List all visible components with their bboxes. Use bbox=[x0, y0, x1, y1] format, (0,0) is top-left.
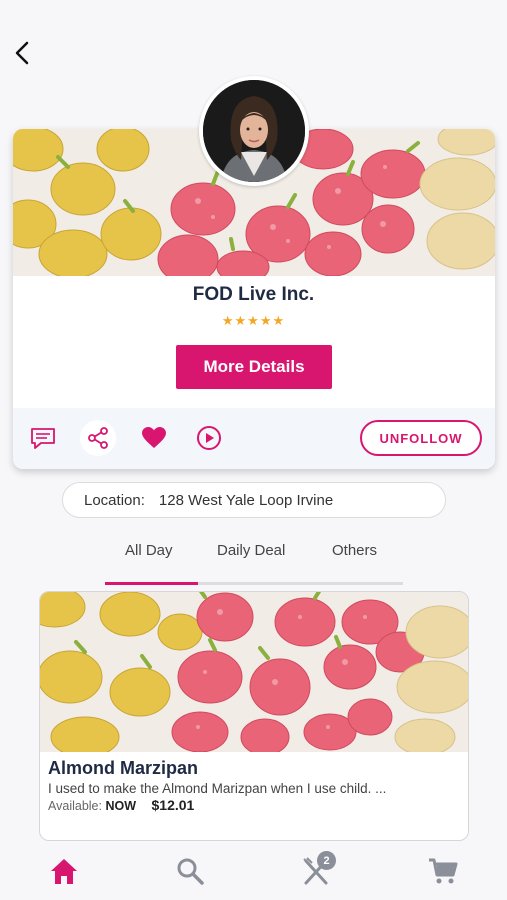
dining-badge: 2 bbox=[317, 851, 336, 870]
tab-others[interactable]: Others bbox=[332, 542, 377, 559]
location-label: Location: bbox=[84, 491, 145, 509]
chat-icon bbox=[31, 428, 55, 449]
play-icon bbox=[197, 426, 221, 450]
chat-button[interactable] bbox=[25, 420, 61, 456]
available-value: NOW bbox=[105, 799, 137, 813]
chevron-left-icon bbox=[15, 41, 29, 65]
cart-icon bbox=[429, 858, 458, 884]
heart-icon bbox=[142, 427, 166, 448]
dish-image bbox=[40, 592, 468, 752]
location-value: 128 West Yale Loop Irvine bbox=[158, 491, 334, 509]
location-bar: Location: 128 West Yale Loop Irvine bbox=[62, 482, 446, 518]
dish-description: I used to make the Almond Marizpan when … bbox=[48, 781, 387, 796]
tab-active-indicator bbox=[105, 582, 198, 585]
star-rating: ★★★★★ bbox=[221, 313, 286, 328]
bottom-nav bbox=[0, 845, 507, 900]
dish-card[interactable]: Almond Marzipan I used to make the Almon… bbox=[39, 591, 469, 841]
dish-price: $12.01 bbox=[151, 797, 195, 813]
tab-daily-deal[interactable]: Daily Deal bbox=[217, 542, 285, 559]
back-button[interactable] bbox=[8, 36, 36, 70]
like-button[interactable] bbox=[136, 420, 172, 456]
share-icon bbox=[88, 427, 108, 449]
dish-availability: Available: NOW $12.01 bbox=[48, 797, 194, 813]
unfollow-button[interactable]: UNFOLLOW bbox=[360, 420, 482, 456]
profile-photo bbox=[203, 80, 305, 182]
tab-bar: All Day Daily Deal Others bbox=[105, 540, 403, 585]
action-bar: UNFOLLOW bbox=[13, 408, 495, 469]
nav-search[interactable] bbox=[170, 853, 210, 889]
nav-home[interactable] bbox=[44, 853, 84, 889]
available-label: Available: bbox=[48, 799, 102, 813]
business-name: FOD Live Inc. bbox=[192, 284, 315, 305]
share-button[interactable] bbox=[80, 420, 116, 456]
status-bar bbox=[0, 0, 507, 28]
avatar[interactable] bbox=[199, 76, 309, 186]
play-button[interactable] bbox=[191, 420, 227, 456]
more-details-button[interactable]: More Details bbox=[176, 345, 332, 389]
home-icon bbox=[51, 859, 77, 884]
tab-all-day[interactable]: All Day bbox=[125, 542, 173, 559]
search-icon bbox=[177, 858, 204, 885]
dish-name: Almond Marzipan bbox=[48, 758, 199, 778]
nav-cart[interactable] bbox=[423, 853, 463, 889]
